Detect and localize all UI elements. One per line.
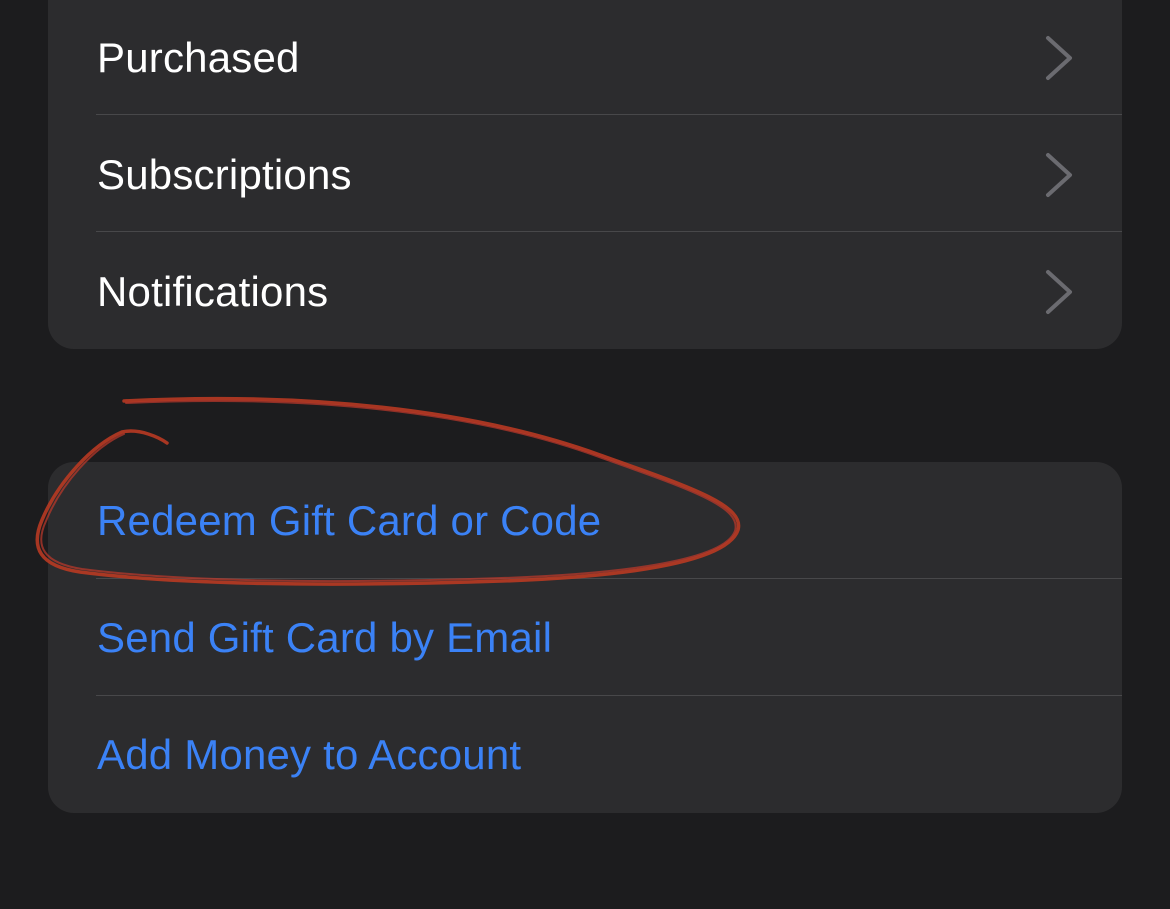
row-add-money[interactable]: Add Money to Account	[48, 696, 1122, 813]
redeem-gift-card-link[interactable]: Redeem Gift Card or Code	[97, 497, 601, 545]
account-settings-group: Purchased Subscriptions Notifications	[48, 0, 1122, 349]
row-separator	[96, 114, 1122, 115]
subscriptions-label: Subscriptions	[97, 150, 352, 198]
purchased-label: Purchased	[97, 33, 300, 81]
notifications-label: Notifications	[97, 267, 329, 315]
chevron-right-icon	[1046, 35, 1072, 80]
row-separator	[96, 231, 1122, 232]
row-purchased[interactable]: Purchased	[48, 0, 1122, 116]
row-subscriptions[interactable]: Subscriptions	[48, 116, 1122, 233]
row-redeem-gift-card[interactable]: Redeem Gift Card or Code	[48, 462, 1122, 579]
chevron-right-icon	[1046, 152, 1072, 197]
settings-page: Purchased Subscriptions Notifications Re…	[0, 0, 1170, 909]
row-send-gift-card[interactable]: Send Gift Card by Email	[48, 579, 1122, 696]
send-gift-card-link[interactable]: Send Gift Card by Email	[97, 614, 552, 662]
add-money-link[interactable]: Add Money to Account	[97, 731, 521, 779]
gift-card-group: Redeem Gift Card or Code Send Gift Card …	[48, 462, 1122, 813]
row-notifications[interactable]: Notifications	[48, 233, 1122, 349]
chevron-right-icon	[1046, 269, 1072, 314]
